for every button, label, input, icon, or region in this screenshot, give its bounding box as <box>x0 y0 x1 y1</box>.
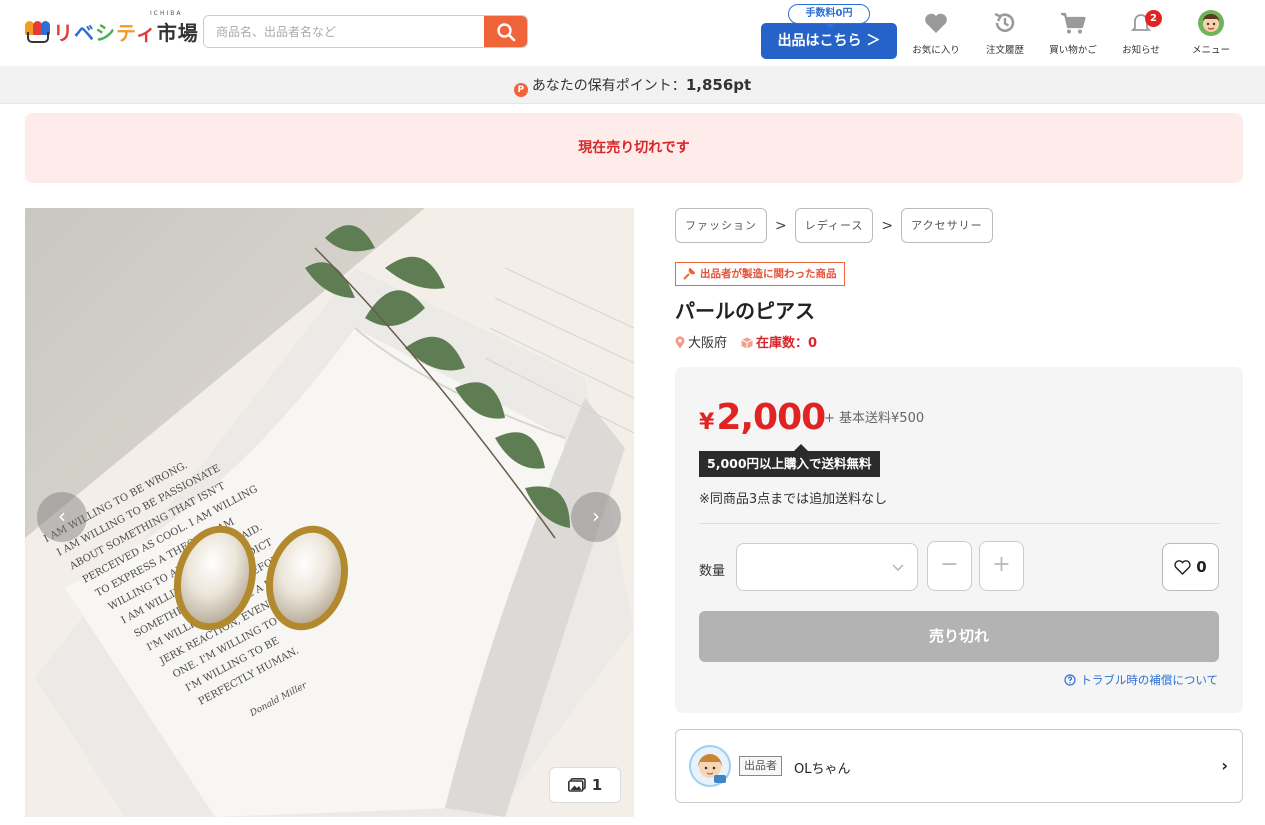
nav-order-history[interactable]: 注文履歴 <box>974 8 1036 60</box>
site-logo[interactable]: リベシティ市場 ICHIBA <box>25 10 199 48</box>
points-icon: P <box>513 83 528 97</box>
price: ¥ 2,000 <box>699 397 826 438</box>
favorite-button[interactable]: 0 <box>1162 543 1219 591</box>
product-meta: 大阪府 在庫数：0 <box>675 332 817 353</box>
box-icon <box>741 337 753 349</box>
nav-notifications-label: お知らせ <box>1122 45 1160 56</box>
breadcrumb-separator: > <box>881 217 894 234</box>
soldout-banner: 現在売り切れです <box>25 113 1243 183</box>
nav-cart[interactable]: 買い物かご <box>1042 8 1104 60</box>
logo-subtext: ICHIBA <box>150 10 183 17</box>
search-box <box>203 15 528 48</box>
help-circle-icon <box>1064 674 1076 686</box>
points-bar: P あなたの保有ポイント：1,856pt <box>0 66 1265 104</box>
favorite-count: 0 <box>1196 558 1207 576</box>
nav-order-history-label: 注文履歴 <box>985 45 1024 56</box>
header: リベシティ市場 ICHIBA 手数料0円 出品はこちら ＞ お気に入り 注文履歴… <box>0 0 1265 66</box>
pin-icon <box>675 336 685 349</box>
points-value: 1,856pt <box>685 76 752 94</box>
nav-cart-label: 買い物かご <box>1049 45 1097 56</box>
breadcrumb-accessory[interactable]: アクセサリー <box>901 208 993 243</box>
price-box: ¥ 2,000 + 基本送料¥500 5,000円以上購入で送料無料 ※同商品3… <box>675 367 1243 713</box>
quantity-minus-button[interactable]: − <box>927 541 972 591</box>
cart-icon <box>1061 12 1086 34</box>
price-value: 2,000 <box>716 397 826 438</box>
search-button[interactable] <box>484 16 527 47</box>
image-count-badge[interactable]: 1 <box>549 767 621 803</box>
seller-avatar-icon <box>689 745 731 787</box>
fee-badge: 手数料0円 <box>788 4 870 29</box>
avatar-icon <box>1198 10 1224 36</box>
maker-tag-label: 出品者が製造に関わった商品 <box>700 267 837 280</box>
nav-menu-label: メニュー <box>1191 45 1230 56</box>
nav-favorites-label: お気に入り <box>912 45 960 56</box>
search-icon <box>496 22 515 41</box>
nav-notifications[interactable]: 2 お知らせ <box>1110 8 1172 60</box>
wrench-icon <box>683 268 695 280</box>
search-input[interactable] <box>204 16 484 47</box>
nav-menu[interactable]: メニュー <box>1180 8 1242 60</box>
nav-favorites[interactable]: お気に入り <box>905 8 967 60</box>
logo-mark-icon <box>25 18 51 44</box>
sell-area: 手数料0円 出品はこちら ＞ <box>761 4 897 60</box>
product-title: パールのピアス <box>675 299 815 323</box>
chevron-right-icon: › <box>1221 756 1228 775</box>
free-shipping-tooltip: 5,000円以上購入で送料無料 <box>699 444 880 477</box>
logo-text: リベシティ市場 <box>53 20 199 45</box>
shipping-fee: + 基本送料¥500 <box>824 411 925 426</box>
image-count: 1 <box>591 776 603 794</box>
product-photo: I AM WILLING TO BE WRONG. I AM WILLING T… <box>25 208 634 817</box>
quantity-select[interactable] <box>736 543 918 591</box>
seller-card[interactable]: 出品者 OLちゃん › <box>675 729 1243 803</box>
breadcrumb-fashion[interactable]: ファッション <box>675 208 767 243</box>
product-image[interactable]: I AM WILLING TO BE WRONG. I AM WILLING T… <box>25 208 634 817</box>
points-label: あなたの保有ポイント： <box>531 78 686 94</box>
history-icon <box>994 12 1015 32</box>
chevron-down-icon <box>892 564 904 572</box>
price-currency: ¥ <box>699 410 715 435</box>
gallery-next-button[interactable]: › <box>571 492 621 542</box>
heart-icon <box>925 13 947 33</box>
breadcrumb-separator: > <box>775 217 787 234</box>
soldout-button[interactable]: 売り切れ <box>699 611 1219 662</box>
seller-name: OLちゃん <box>794 762 851 777</box>
gallery-prev-button[interactable]: ‹ <box>37 492 87 542</box>
breadcrumb-ladies[interactable]: レディース <box>794 208 874 243</box>
heart-outline-icon <box>1174 559 1191 575</box>
guarantee-link[interactable]: トラブル時の補償について <box>1064 672 1218 688</box>
stock: 在庫数：0 <box>741 332 817 353</box>
guarantee-link-text: トラブル時の補償について <box>1080 673 1218 687</box>
image-icon <box>567 778 586 792</box>
shipping-note: ※同商品3点までは追加送料なし <box>699 492 888 507</box>
notification-count-badge: 2 <box>1145 10 1162 27</box>
breadcrumb: ファッション > レディース > アクセサリー <box>675 208 993 243</box>
maker-tag: 出品者が製造に関わった商品 <box>675 262 845 286</box>
location-text: 大阪府 <box>688 336 728 351</box>
stock-text: 在庫数：0 <box>756 336 818 351</box>
seller-tag: 出品者 <box>739 756 782 776</box>
quantity-plus-button[interactable]: + <box>979 541 1024 591</box>
divider <box>699 523 1219 524</box>
location: 大阪府 <box>675 332 727 353</box>
quantity-label: 数量 <box>699 564 726 579</box>
